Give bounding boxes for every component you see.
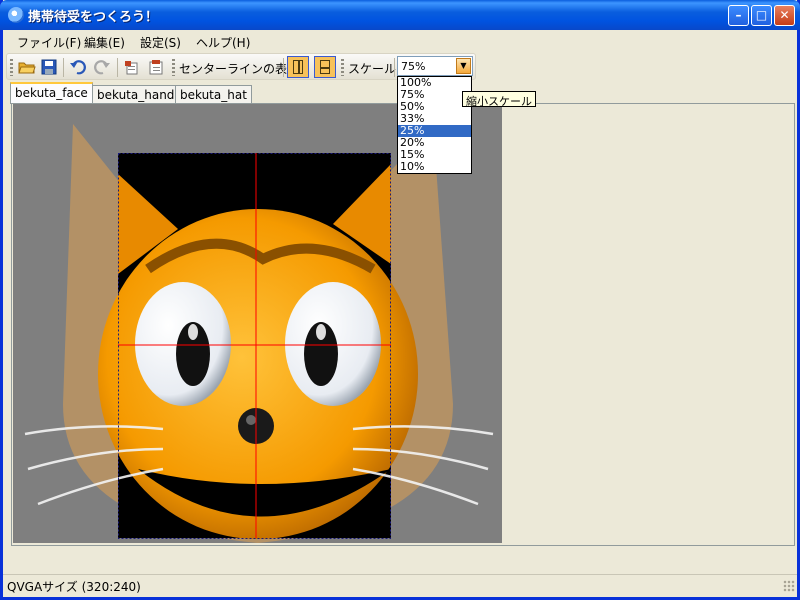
toolbar-grip[interactable] (172, 59, 175, 76)
status-text: QVGAサイズ (320:240) (7, 580, 141, 594)
toolbar-grip[interactable] (341, 59, 344, 76)
toolbar-separator (63, 58, 64, 77)
open-folder-icon[interactable] (18, 58, 36, 76)
tab-bekuta-hand[interactable]: bekuta_hand (92, 85, 180, 104)
maximize-button[interactable]: □ (751, 5, 772, 26)
menu-file[interactable]: ファイル(F) (17, 34, 81, 51)
menu-settings[interactable]: 設定(S) (140, 34, 181, 51)
horizontal-split-icon-line (320, 67, 330, 69)
scale-dropdown-list: 100% 75% 50% 33% 25% 20% 15% 10% (397, 76, 472, 174)
close-button[interactable]: ✕ (774, 5, 795, 26)
window-title: 携帯待受をつくろう！ (28, 10, 159, 25)
tab-bekuta-hat[interactable]: bekuta_hat (175, 85, 252, 104)
scale-label: スケール (348, 62, 397, 76)
horizontal-centerline-button[interactable] (314, 56, 336, 78)
menu-help[interactable]: ヘルプ(H) (196, 34, 250, 51)
centerline-toggle-button[interactable]: センターラインの表示 (179, 60, 299, 77)
undo-icon[interactable] (69, 58, 87, 76)
scale-option-10[interactable]: 10% (398, 161, 471, 173)
tab-bekuta-face[interactable]: bekuta_face (10, 82, 93, 104)
menu-bar: ファイル(F) 編集(E) 設定(S) ヘルプ(H) (3, 30, 797, 52)
chevron-down-icon[interactable]: ▼ (456, 58, 471, 74)
save-icon[interactable] (40, 58, 58, 76)
scale-tooltip: 縮小スケール (462, 91, 536, 108)
resize-grip-icon[interactable] (783, 580, 795, 592)
app-icon (8, 7, 24, 23)
redo-icon[interactable] (93, 58, 111, 76)
toolbar-grip[interactable] (10, 59, 13, 76)
scale-select-value: 75% (401, 60, 426, 73)
status-bar: QVGAサイズ (320:240) (3, 574, 797, 594)
toolbar-separator (394, 58, 395, 77)
vertical-centerline-button[interactable] (287, 56, 309, 78)
app-window: 携帯待受をつくろう！ – □ ✕ ファイル(F) 編集(E) 設定(S) ヘルプ… (0, 0, 800, 600)
toolbar-separator (283, 58, 284, 77)
scale-select[interactable]: 75% ▼ (397, 56, 473, 76)
menu-edit[interactable]: 編集(E) (84, 34, 125, 51)
minimize-button[interactable]: – (728, 5, 749, 26)
toolbar-separator (117, 58, 118, 77)
vertical-split-icon-line (298, 60, 300, 74)
copy-icon[interactable] (123, 58, 141, 76)
title-bar[interactable]: 携帯待受をつくろう！ – □ ✕ (0, 0, 800, 30)
paste-icon[interactable] (147, 58, 165, 76)
